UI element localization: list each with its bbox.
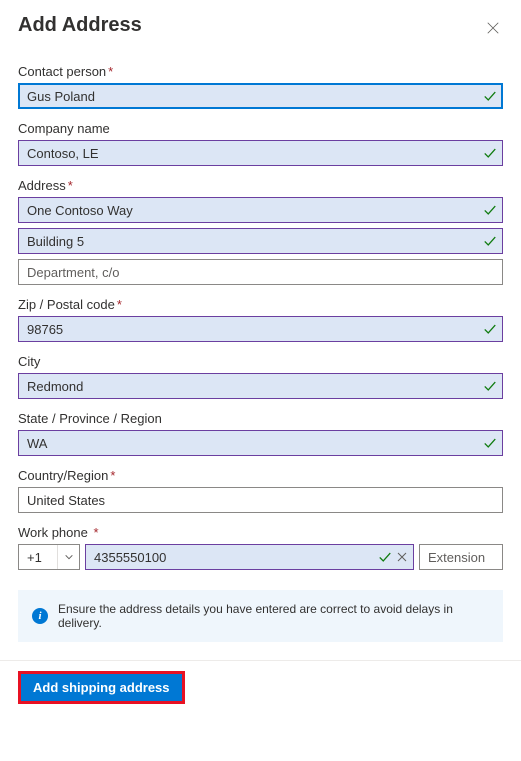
- close-icon: [486, 21, 500, 35]
- company-label: Company name: [18, 121, 503, 136]
- state-label: State / Province / Region: [18, 411, 503, 426]
- company-name-input[interactable]: [18, 140, 503, 166]
- country-input[interactable]: [18, 487, 503, 513]
- address-line2-input[interactable]: [18, 228, 503, 254]
- country-label: Country/Region*: [18, 468, 503, 483]
- address-label: Address*: [18, 178, 503, 193]
- address-line1-input[interactable]: [18, 197, 503, 223]
- close-button[interactable]: [483, 18, 503, 38]
- country-code-value: +1: [19, 550, 57, 565]
- zip-input[interactable]: [18, 316, 503, 342]
- contact-person-input[interactable]: [18, 83, 503, 109]
- panel-title: Add Address: [18, 14, 142, 37]
- extension-input[interactable]: [419, 544, 503, 570]
- add-shipping-address-button[interactable]: Add shipping address: [21, 674, 182, 701]
- info-banner: i Ensure the address details you have en…: [18, 590, 503, 642]
- city-label: City: [18, 354, 503, 369]
- city-input[interactable]: [18, 373, 503, 399]
- chevron-down-icon: [57, 545, 79, 569]
- contact-label: Contact person*: [18, 64, 503, 79]
- state-input[interactable]: [18, 430, 503, 456]
- phone-number-input[interactable]: [85, 544, 414, 570]
- zip-label: Zip / Postal code*: [18, 297, 503, 312]
- highlight-box: Add shipping address: [18, 671, 185, 704]
- country-code-select[interactable]: +1: [18, 544, 80, 570]
- clear-icon[interactable]: [396, 551, 408, 563]
- address-line3-input[interactable]: [18, 259, 503, 285]
- info-icon: i: [32, 608, 48, 624]
- info-text: Ensure the address details you have ente…: [58, 602, 489, 630]
- phone-label: Work phone *: [18, 525, 503, 540]
